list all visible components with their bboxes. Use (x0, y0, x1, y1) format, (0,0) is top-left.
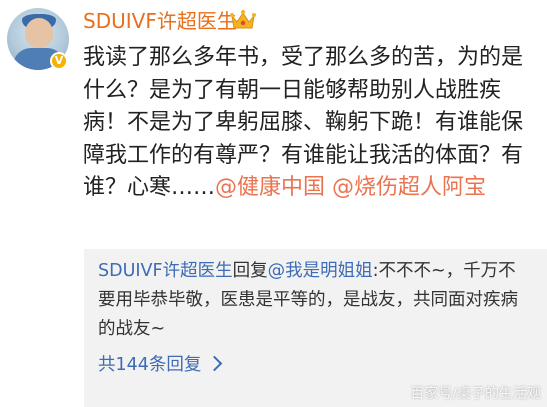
chevron-right-icon (207, 355, 223, 372)
watermark: 百家号/桌子的生活观 (410, 386, 541, 402)
more-replies-link[interactable]: 共144条回复 (98, 350, 223, 380)
post-content: 我读了那么多年书，受了那么多的苦，为的是什么？是为了有朝一日能够帮助别人战胜疾病… (83, 42, 523, 205)
post-username[interactable]: SDUIVF许超医生 (83, 8, 237, 34)
crown-icon (230, 10, 256, 29)
mention-link-abao[interactable]: @烧伤超人阿宝 (332, 175, 486, 200)
reply-content: SDUIVF许超医生回复@我是明姐姐:不不不~，千万不要用毕恭毕敬，医患是平等的… (98, 257, 528, 344)
verified-badge-icon: V (50, 52, 68, 70)
mention-link-jiankang[interactable]: @健康中国 (215, 175, 325, 200)
face (25, 18, 53, 48)
reply-action-label: 回复 (232, 261, 268, 281)
reply-author-link[interactable]: SDUIVF许超医生 (98, 261, 233, 281)
more-replies-label: 共144条回复 (98, 355, 202, 375)
reply-target-link[interactable]: @我是明姐姐 (268, 261, 373, 281)
